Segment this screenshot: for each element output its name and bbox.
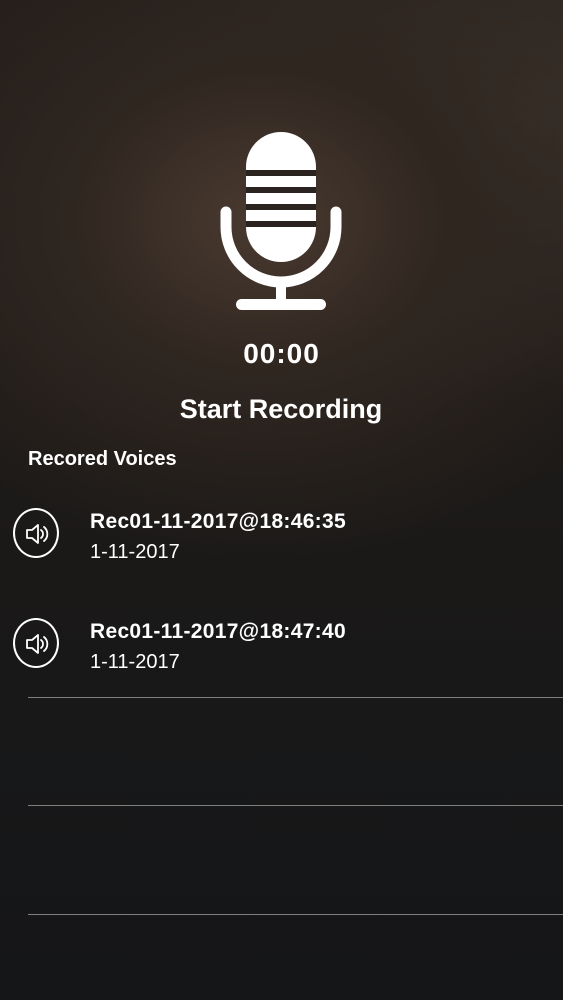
speaker-icon xyxy=(26,634,49,654)
speaker-icon xyxy=(26,524,49,544)
recording-name: Rec01-11-2017@18:47:40 xyxy=(90,620,346,643)
play-button[interactable] xyxy=(13,508,59,558)
start-recording-button[interactable]: Start Recording xyxy=(131,394,431,425)
recorded-voices-heading: Recored Voices xyxy=(28,448,177,470)
recording-list-item[interactable]: Rec01-11-2017@18:47:40 1-11-2017 xyxy=(0,610,563,710)
recording-list-item[interactable]: Rec01-11-2017@18:46:35 1-11-2017 xyxy=(0,500,563,600)
list-divider xyxy=(28,697,563,698)
microphone-icon xyxy=(220,132,342,310)
recording-date: 1-11-2017 xyxy=(90,541,180,563)
play-button[interactable] xyxy=(13,618,59,668)
recording-timer: 00:00 xyxy=(243,338,320,369)
recording-date: 1-11-2017 xyxy=(90,651,180,673)
record-button[interactable] xyxy=(218,132,344,314)
list-divider xyxy=(28,914,563,915)
recording-name: Rec01-11-2017@18:46:35 xyxy=(90,510,346,533)
list-divider xyxy=(28,805,563,806)
